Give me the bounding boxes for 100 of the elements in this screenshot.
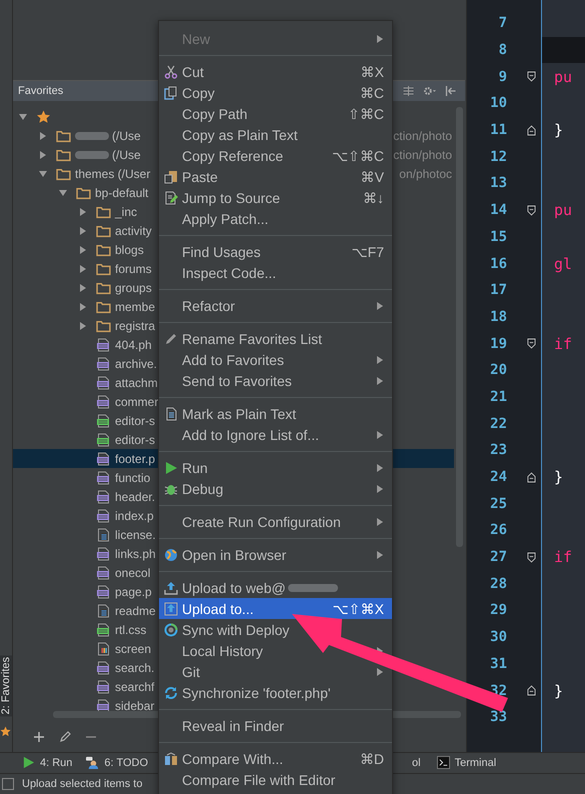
path-text: ction/photo [393, 148, 452, 162]
tree-item-label[interactable]: membe [115, 300, 156, 314]
tree-item-label[interactable]: rtl.css [115, 622, 146, 636]
tree-item-label[interactable]: sidebar [115, 698, 154, 712]
tool-window-button[interactable]: 6: TODO [104, 756, 148, 769]
tree-item-label[interactable]: links.ph [115, 546, 156, 560]
line-number: 24 [489, 469, 507, 486]
menu-item[interactable]: Open in Browser [182, 546, 286, 562]
tree-item-label[interactable]: index.p [115, 508, 154, 522]
menu-item[interactable]: Copy Path [182, 106, 248, 122]
tree-item-label[interactable]: groups [115, 280, 152, 294]
code-text: pu [554, 201, 572, 220]
line-number: 22 [489, 416, 507, 432]
tree-item-label[interactable]: attachm [115, 376, 158, 390]
tree-item-label[interactable]: activity [115, 224, 152, 238]
tool-window-button[interactable]: 4: Run [40, 756, 72, 769]
code-text: pu [554, 68, 572, 86]
line-number: 16 [489, 256, 507, 272]
menu-item[interactable]: Apply Patch... [182, 210, 268, 226]
tree-item-label[interactable]: themes (/User [75, 166, 150, 180]
line-number: 8 [498, 42, 507, 58]
favorites-tab[interactable]: 2: Favorites [0, 655, 12, 716]
tree-item-label[interactable]: editor-s [115, 414, 156, 428]
menu-item[interactable]: Copy [182, 84, 215, 100]
line-number: 28 [489, 576, 507, 592]
menu-item[interactable]: Add to Ignore List of... [182, 426, 319, 442]
tree-item-label[interactable]: searchf [115, 680, 154, 694]
code-text: } [554, 682, 564, 700]
menu-item[interactable]: Compare With... [182, 750, 284, 766]
menu-item[interactable]: Add to Favorites [182, 352, 284, 368]
menu-item[interactable]: Git [182, 664, 200, 680]
tree-item-label[interactable]: functio [115, 470, 150, 484]
tree-item-label[interactable]: license. [115, 528, 156, 542]
menu-item[interactable]: Compare File with Editor [182, 772, 336, 788]
tree-item-label[interactable]: (/Use [112, 148, 141, 162]
menu-item[interactable]: Run [182, 460, 208, 476]
menu-item[interactable]: Reveal in Finder [182, 718, 284, 734]
menu-item[interactable]: Debug [182, 480, 224, 496]
code-text: } [554, 468, 564, 486]
panel-title: Favorites [18, 85, 64, 97]
status-message: Upload selected items to [22, 778, 142, 790]
menu-item[interactable]: Send to Favorites [182, 372, 292, 388]
tree-item-label[interactable]: registra [115, 318, 156, 332]
line-number: 18 [489, 308, 507, 325]
tree-item-label[interactable]: onecol [115, 566, 150, 580]
tree-item-label[interactable]: footer.p [115, 452, 156, 466]
menu-item[interactable]: Paste [182, 168, 218, 184]
menu-item[interactable]: Upload to web@ [182, 580, 286, 596]
tree-item-label[interactable]: forums [115, 262, 152, 276]
line-number: 7 [498, 15, 507, 32]
menu-item[interactable]: Cut [182, 64, 204, 80]
line-number: 26 [489, 522, 507, 538]
tree-item-label[interactable]: archive. [115, 356, 158, 370]
tree-item-label[interactable]: page.p [115, 584, 152, 598]
shortcut-text: ⌘V [360, 168, 384, 184]
menu-item[interactable]: Mark as Plain Text [182, 406, 296, 422]
menu-item[interactable]: Find Usages [182, 244, 261, 260]
shortcut-text: ⌥⇧⌘C [332, 148, 384, 164]
tree-item-label[interactable]: (/Use [112, 128, 141, 142]
shortcut-text: ⌘C [360, 84, 384, 100]
menu-item[interactable]: Upload to... ⌥⇧⌘X [159, 598, 392, 619]
tree-item-label[interactable]: commer [115, 394, 158, 408]
tree-item-label[interactable]: header. [115, 490, 156, 504]
line-number: 27 [489, 549, 507, 566]
code-text: } [554, 121, 564, 140]
menu-item[interactable]: Jump to Source [182, 190, 280, 206]
shortcut-text: ⌘X [360, 64, 384, 80]
tree-item-label[interactable]: editor-s [115, 432, 156, 446]
menu-item[interactable]: Synchronize 'footer.php' [182, 684, 331, 700]
tree-item-label[interactable]: bp-default [95, 186, 148, 200]
menu-item[interactable]: Rename Favorites List [182, 330, 322, 346]
tree-item-label[interactable]: screen [115, 642, 152, 656]
shortcut-text: ⌘D [360, 750, 384, 766]
tree-item-label[interactable]: 404.ph [115, 338, 152, 352]
line-number: 21 [489, 388, 507, 405]
shortcut-text: ⌘↓ [363, 190, 384, 206]
menu-item[interactable]: Create Run Configuration [182, 514, 341, 530]
line-number: 31 [489, 656, 507, 672]
tree-item-label[interactable]: _inc [115, 204, 138, 218]
menu-item[interactable]: Local History [182, 642, 263, 658]
line-number: 14 [489, 202, 507, 218]
path-text: on/photoc [399, 166, 452, 180]
line-number: 17 [489, 282, 507, 298]
line-number: 30 [489, 629, 507, 646]
line-number: 29 [489, 602, 507, 618]
menu-item[interactable]: Sync with Deploy [182, 622, 290, 638]
line-number: 23 [489, 442, 507, 458]
tree-item-label[interactable]: blogs [115, 242, 144, 256]
menu-item[interactable]: Copy Reference [182, 148, 284, 164]
tool-window-button[interactable]: Terminal [454, 756, 496, 769]
tool-window-button[interactable]: ol [412, 756, 421, 769]
menu-item[interactable]: Copy as Plain Text [182, 126, 298, 142]
code-text: gl [554, 254, 572, 273]
line-number: 15 [489, 228, 507, 245]
line-number: 33 [489, 709, 507, 726]
menu-item[interactable]: Inspect Code... [182, 264, 276, 280]
tree-item-label[interactable]: search. [115, 660, 154, 674]
menu-item[interactable]: Refactor [182, 298, 235, 314]
line-number: 19 [489, 336, 507, 352]
tree-item-label[interactable]: readme [115, 604, 156, 618]
